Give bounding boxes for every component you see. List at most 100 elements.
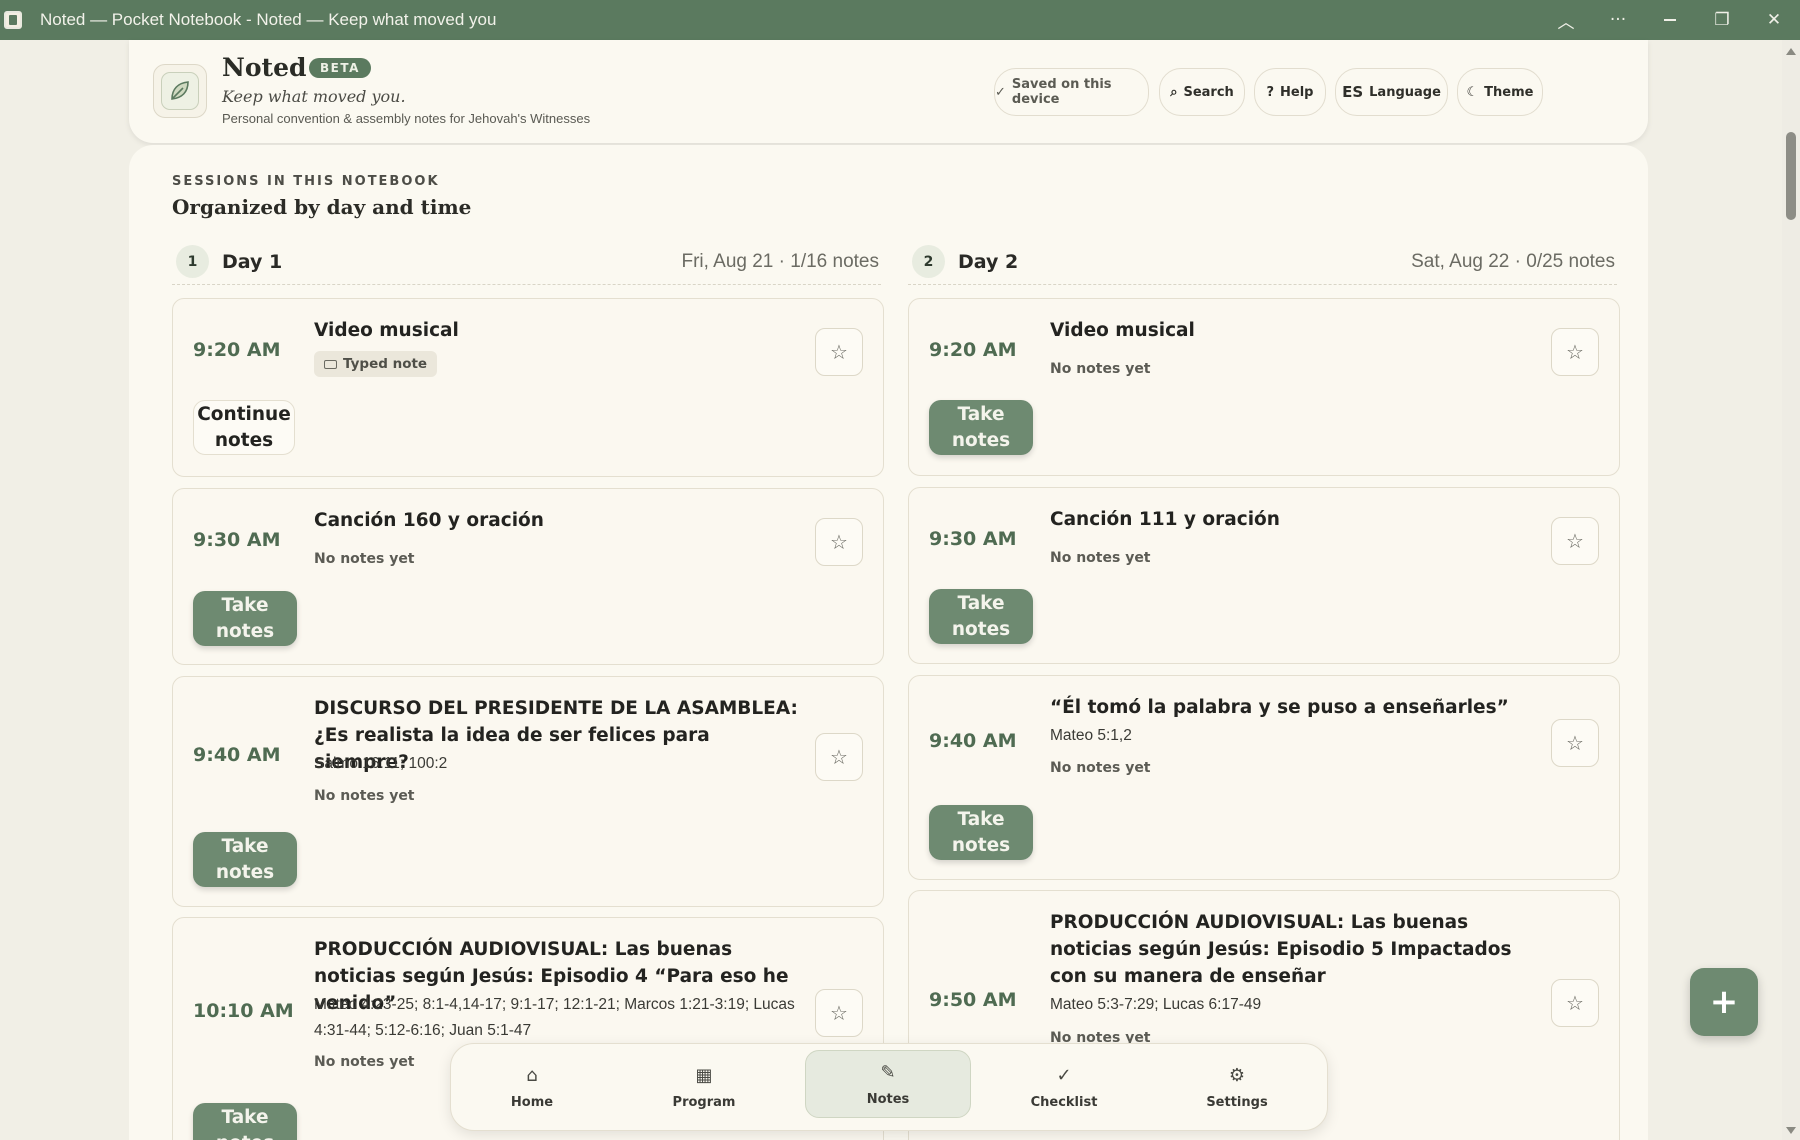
window-controls: ︿ ··· ❐ ✕ bbox=[1540, 0, 1800, 40]
app-tagline: Keep what moved you. bbox=[222, 87, 406, 106]
scroll-down-icon[interactable] bbox=[1786, 1127, 1796, 1134]
session-card[interactable]: 9:30 AM Canción 111 y oración No notes y… bbox=[908, 487, 1620, 664]
nav-label: Program bbox=[672, 1094, 736, 1110]
sessions-eyebrow: SESSIONS IN THIS NOTEBOOK bbox=[172, 174, 440, 189]
nav-label: Settings bbox=[1206, 1094, 1268, 1110]
moon-icon: ☾ bbox=[1466, 84, 1479, 100]
app-icon bbox=[4, 11, 22, 29]
app-name: Noted bbox=[222, 53, 307, 82]
grid-icon: ▦ bbox=[695, 1064, 713, 1086]
day-number: 2 bbox=[912, 245, 945, 278]
bottom-nav: ⌂ Home ▦ Program ✎ Notes ✓ Checklist ⚙ S… bbox=[450, 1043, 1328, 1131]
theme-label: Theme bbox=[1484, 84, 1534, 100]
session-card[interactable]: 9:30 AM Canción 160 y oración No notes y… bbox=[172, 488, 884, 665]
scroll-up-icon[interactable] bbox=[1786, 48, 1796, 55]
note-status: No notes yet bbox=[314, 788, 415, 804]
help-button[interactable]: ? Help bbox=[1254, 68, 1326, 116]
check-icon: ✓ bbox=[1056, 1064, 1072, 1086]
scrollbar-thumb[interactable] bbox=[1786, 132, 1796, 220]
day-label: Day 2 bbox=[958, 251, 1019, 273]
session-title: PRODUCCIÓN AUDIOVISUAL: Las buenas notic… bbox=[1050, 912, 1512, 987]
session-title: Video musical bbox=[1050, 320, 1195, 341]
scrollbar[interactable] bbox=[1782, 40, 1800, 1140]
nav-notes[interactable]: ✎ Notes bbox=[805, 1050, 971, 1118]
day-header-2: 2 Day 2 Sat, Aug 22 · 0/25 notes bbox=[908, 245, 1617, 285]
beta-badge: BETA bbox=[309, 58, 371, 78]
star-icon[interactable]: ☆ bbox=[1551, 979, 1599, 1027]
session-card[interactable]: 9:20 AM Video musical No notes yet ☆ Tak… bbox=[908, 298, 1620, 476]
nav-program[interactable]: ▦ Program bbox=[631, 1044, 777, 1130]
nav-label: Notes bbox=[866, 1091, 910, 1107]
sessions-panel: SESSIONS IN THIS NOTEBOOK Organized by d… bbox=[129, 145, 1648, 1140]
language-button[interactable]: ES Language bbox=[1335, 68, 1448, 116]
note-status: No notes yet bbox=[314, 551, 415, 567]
star-icon[interactable]: ☆ bbox=[815, 733, 863, 781]
session-time: 9:40 AM bbox=[193, 744, 281, 766]
scripture-reference: Salmo 16:11; 100:2 bbox=[314, 755, 448, 772]
session-title: Canción 160 y oración bbox=[314, 510, 544, 531]
star-icon[interactable]: ☆ bbox=[1551, 719, 1599, 767]
day-header-1: 1 Day 1 Fri, Aug 21 · 1/16 notes bbox=[172, 245, 881, 285]
session-time: 9:20 AM bbox=[193, 339, 281, 361]
day-meta: Fri, Aug 21 · 1/16 notes bbox=[681, 251, 879, 272]
take-notes-button[interactable]: Take notes bbox=[193, 591, 297, 646]
app-logo bbox=[153, 64, 207, 118]
restore-button[interactable]: ❐ bbox=[1696, 0, 1748, 40]
session-title: Canción 111 y oración bbox=[1050, 509, 1280, 530]
search-button[interactable]: ⌕ Search bbox=[1159, 68, 1245, 116]
session-card[interactable]: 9:20 AM Video musical Typed note ☆ Conti… bbox=[172, 298, 884, 477]
typed-note-label: Typed note bbox=[343, 356, 428, 372]
scripture-reference: Mateo 5:1,2 bbox=[1050, 727, 1132, 744]
saved-status-button[interactable]: ✓ Saved on this device bbox=[994, 68, 1149, 116]
session-time: 9:30 AM bbox=[929, 528, 1017, 550]
language-code: ES bbox=[1342, 83, 1364, 101]
session-time: 9:50 AM bbox=[929, 989, 1017, 1011]
take-notes-button[interactable]: Take notes bbox=[929, 589, 1033, 644]
window-titlebar: Noted — Pocket Notebook - Noted — Keep w… bbox=[0, 0, 1800, 40]
take-notes-button[interactable]: Take notes bbox=[193, 1103, 297, 1140]
session-time: 9:40 AM bbox=[929, 730, 1017, 752]
note-status: No notes yet bbox=[1050, 550, 1151, 566]
add-note-button[interactable]: + bbox=[1690, 968, 1758, 1036]
session-title: Video musical bbox=[314, 320, 459, 341]
nav-label: Home bbox=[510, 1094, 554, 1110]
note-status: No notes yet bbox=[1050, 760, 1151, 776]
chevron-up-icon[interactable]: ︿ bbox=[1540, 0, 1592, 40]
close-button[interactable]: ✕ bbox=[1748, 0, 1800, 40]
more-icon[interactable]: ··· bbox=[1592, 0, 1644, 40]
help-icon: ? bbox=[1266, 84, 1275, 100]
session-card[interactable]: 9:40 AM DISCURSO DEL PRESIDENTE DE LA AS… bbox=[172, 676, 884, 907]
star-icon[interactable]: ☆ bbox=[815, 518, 863, 566]
star-icon[interactable]: ☆ bbox=[815, 989, 863, 1037]
session-card[interactable]: 9:40 AM “Él tomó la palabra y se puso a … bbox=[908, 675, 1620, 880]
check-icon: ✓ bbox=[995, 84, 1006, 100]
help-label: Help bbox=[1280, 84, 1314, 100]
language-label: Language bbox=[1369, 84, 1441, 100]
theme-button[interactable]: ☾ Theme bbox=[1457, 68, 1543, 116]
nav-label: Checklist bbox=[1030, 1094, 1098, 1110]
day-meta: Sat, Aug 22 · 0/25 notes bbox=[1411, 251, 1615, 272]
keyboard-icon bbox=[324, 359, 337, 369]
app-header: Noted BETA Keep what moved you. Personal… bbox=[129, 40, 1648, 143]
day-label: Day 1 bbox=[222, 251, 283, 273]
note-status: No notes yet bbox=[1050, 361, 1151, 377]
gear-icon: ⚙ bbox=[1228, 1064, 1246, 1086]
session-time: 9:30 AM bbox=[193, 529, 281, 551]
star-icon[interactable]: ☆ bbox=[815, 328, 863, 376]
note-status: No notes yet bbox=[314, 1054, 415, 1070]
nav-checklist[interactable]: ✓ Checklist bbox=[991, 1044, 1137, 1130]
take-notes-button[interactable]: Take notes bbox=[193, 832, 297, 887]
star-icon[interactable]: ☆ bbox=[1551, 328, 1599, 376]
search-icon: ⌕ bbox=[1170, 84, 1178, 100]
scripture-reference: Mateo 5:3-7:29; Lucas 6:17-49 bbox=[1050, 996, 1262, 1013]
nav-home[interactable]: ⌂ Home bbox=[459, 1044, 605, 1130]
minimize-button[interactable] bbox=[1644, 0, 1696, 40]
star-icon[interactable]: ☆ bbox=[1551, 517, 1599, 565]
nav-settings[interactable]: ⚙ Settings bbox=[1164, 1044, 1310, 1130]
session-title: “Él tomó la palabra y se puso a enseñarl… bbox=[1050, 697, 1509, 718]
take-notes-button[interactable]: Take notes bbox=[929, 400, 1033, 455]
take-notes-button[interactable]: Take notes bbox=[929, 805, 1033, 860]
continue-notes-button[interactable]: Continue notes bbox=[193, 400, 295, 455]
typed-note-badge: Typed note bbox=[314, 351, 438, 377]
search-label: Search bbox=[1183, 84, 1234, 100]
